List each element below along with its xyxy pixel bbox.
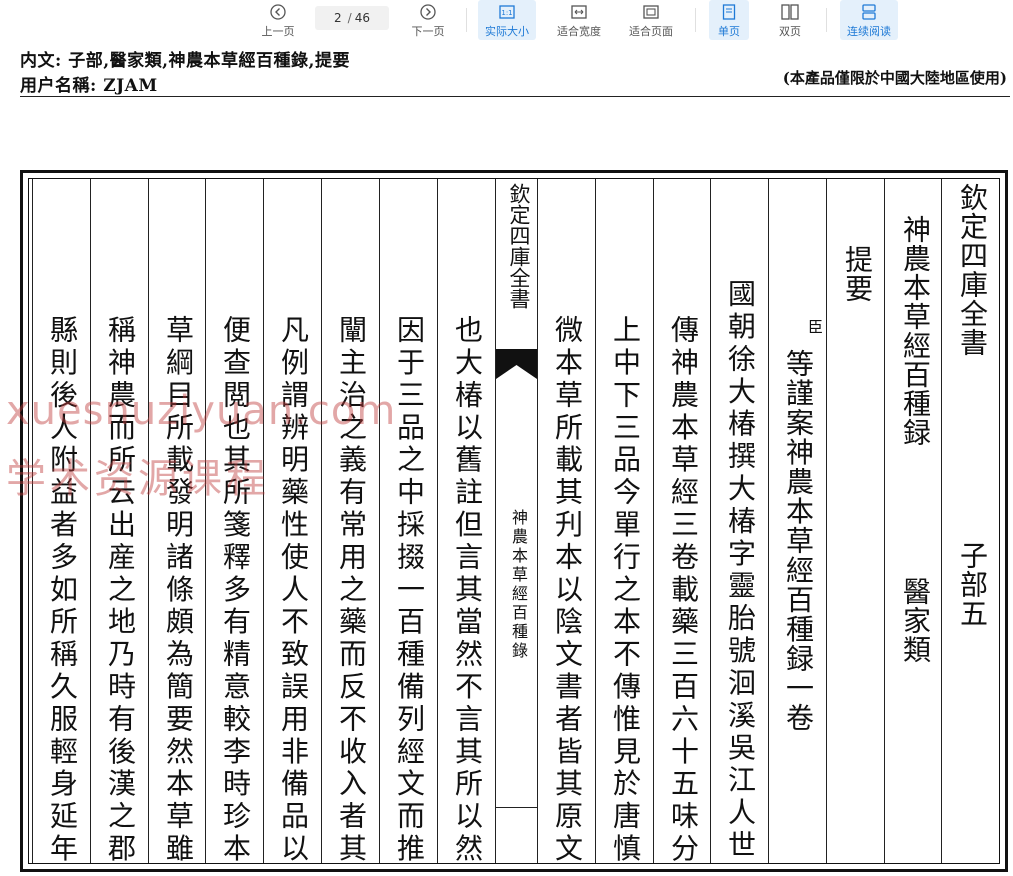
center-title: 欽定四庫全書 (507, 183, 531, 309)
page-frame: 欽定四庫全書 子部五 神農本草經百種録 醫家類 提要 臣 等謹案神農本草經百種録… (28, 178, 1000, 866)
title-top: 欽定四庫全書 (956, 183, 989, 357)
text-line-3: 傳神農本草經三卷載藥三百六十五味分 (667, 315, 700, 866)
fit-page-button[interactable]: 适合页面 (623, 0, 679, 40)
text-line-2: 國朝徐大椿撰大椿字靈胎號洄溪吳江人世 (724, 279, 757, 863)
next-page-label: 下一页 (411, 25, 445, 38)
text-column-7: 因于三品之中採掇一百種備列經文而推 (379, 179, 437, 866)
actual-size-icon: 1:1 (498, 3, 516, 21)
scanned-page: 欽定四庫全書 子部五 神農本草經百種録 醫家類 提要 臣 等謹案神農本草經百種録… (20, 170, 1008, 872)
chevron-left-icon (269, 3, 287, 21)
page-current[interactable]: 2 (334, 11, 342, 25)
text-column-13: 縣則後人附益者多如所稱久服輕身延年 (32, 179, 90, 866)
center-rule (496, 807, 538, 808)
text-column-8: 闡主治之義有常用之藥而反不收入者其 (321, 179, 379, 866)
text-line-8: 闡主治之義有常用之藥而反不收入者其 (335, 315, 368, 866)
text-line-1: 等謹案神農本草經百種録一卷 (782, 349, 815, 733)
viewer-toolbar: 上一页 2 / 46 下一页 1:1 实际大小 适合宽度 适合页面 单页 双页 … (0, 0, 1013, 42)
actual-size-label: 实际大小 (485, 25, 529, 38)
page-total: 46 (354, 11, 370, 25)
text-column-12: 稱神農而所云出産之地乃時有後漢之郡 (90, 179, 148, 866)
text-line-5: 微本草所載其刋本以陰文書者皆其原文 (551, 315, 584, 866)
toolbar-divider (826, 8, 827, 32)
abstract-heading: 提要 (841, 245, 874, 303)
text-column-6: 也大椿以舊註但言其當然不言其所以然 (437, 179, 495, 866)
fit-width-icon (570, 3, 588, 21)
text-column-5: 微本草所載其刋本以陰文書者皆其原文 (537, 179, 595, 866)
chevron-right-icon (419, 3, 437, 21)
title-bottom: 子部五 (956, 541, 989, 628)
fit-width-button[interactable]: 适合宽度 (551, 0, 607, 40)
page-number-field[interactable]: 2 / 46 (315, 6, 389, 30)
svg-text:1:1: 1:1 (501, 9, 512, 17)
fit-width-label: 适合宽度 (557, 25, 601, 38)
text-column-2: 國朝徐大椿撰大椿字靈胎號洄溪吳江人世 (710, 179, 768, 863)
text-line-10: 便查閲也其所箋釋多有精意較李時珍本 (219, 315, 252, 866)
book-name: 神農本草經百種録 (899, 215, 932, 447)
toolbar-divider (695, 8, 696, 32)
minister-mark: 臣 (806, 319, 824, 334)
fish-tail-mark-icon (496, 349, 537, 379)
text-line-13: 縣則後人附益者多如所稱久服輕身延年 (46, 315, 79, 866)
text-line-7: 因于三品之中採掇一百種備列經文而推 (393, 315, 426, 866)
text-line-9: 凡例謂辨明藥性使人不致誤用非備品以 (277, 315, 310, 866)
text-line-6: 也大椿以舊註但言其當然不言其所以然 (451, 315, 484, 866)
region-notice: (本產品僅限於中國大陸地區使用) (782, 69, 1007, 87)
continuous-read-label: 连续阅读 (847, 25, 891, 38)
single-page-icon (720, 3, 738, 21)
double-page-icon (781, 3, 799, 21)
text-column-1: 臣 等謹案神農本草經百種録一卷 (768, 179, 826, 863)
abstract-column: 提要 (826, 179, 884, 863)
header-rule (20, 96, 1010, 97)
text-line-4: 上中下三品今單行之本不傳惟見於唐慎 (609, 315, 642, 866)
center-fold-column: 欽定四庫全書 神農本草經百種錄 (495, 179, 538, 863)
text-column-9: 凡例謂辨明藥性使人不致誤用非備品以 (263, 179, 321, 866)
text-line-12: 稱神農而所云出産之地乃時有後漢之郡 (104, 315, 137, 866)
continuous-read-icon (860, 3, 878, 21)
double-page-label: 双页 (779, 25, 801, 38)
text-column-10: 便查閲也其所箋釋多有精意較李時珍本 (205, 179, 263, 866)
actual-size-button[interactable]: 1:1 实际大小 (478, 0, 536, 40)
book-name-column: 神農本草經百種録 醫家類 (884, 179, 941, 863)
center-book-name: 神農本草經百種錄 (509, 509, 528, 661)
single-page-label: 单页 (718, 25, 740, 38)
prev-page-label: 上一页 (261, 25, 295, 38)
text-column-4: 上中下三品今單行之本不傳惟見於唐慎 (595, 179, 653, 866)
user-name: 用户名稱: ZJAM (20, 76, 158, 96)
fit-page-label: 适合页面 (629, 25, 673, 38)
fit-page-icon (642, 3, 660, 21)
text-line-11: 草綱目所載發明諸條頗為簡要然本草雖 (162, 315, 195, 866)
prev-page-button[interactable]: 上一页 (258, 0, 298, 40)
double-page-button[interactable]: 双页 (770, 0, 810, 40)
continuous-read-button[interactable]: 连续阅读 (840, 0, 898, 40)
content-path: 内文: 子部,醫家類,神農本草經百種錄,提要 (20, 51, 350, 71)
single-page-button[interactable]: 单页 (709, 0, 749, 40)
next-page-button[interactable]: 下一页 (408, 0, 448, 40)
text-column-11: 草綱目所載發明諸條頗為簡要然本草雖 (148, 179, 205, 866)
text-column-3: 傳神農本草經三卷載藥三百六十五味分 (653, 179, 710, 866)
page-separator: / (347, 11, 352, 25)
title-column: 欽定四庫全書 子部五 (941, 179, 999, 863)
toolbar-divider (466, 8, 467, 32)
category: 醫家類 (899, 577, 932, 664)
